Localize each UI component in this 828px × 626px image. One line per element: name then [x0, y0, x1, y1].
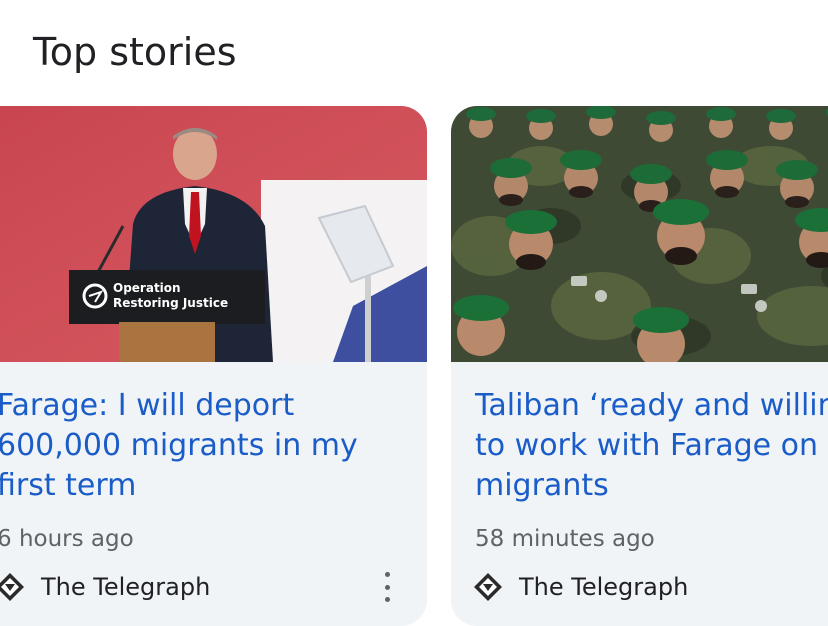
- top-stories-page: Top stories Operation Restoring Justice …: [0, 0, 828, 626]
- section-title: Top stories: [33, 30, 237, 74]
- story-source-2: The Telegraph: [473, 570, 688, 604]
- story-card-2[interactable]: Taliban ‘ready and willing to work with …: [451, 106, 828, 626]
- story-source-1: The Telegraph: [0, 570, 210, 604]
- source-name: The Telegraph: [519, 573, 689, 601]
- story-time-1: 6 hours ago: [0, 526, 134, 552]
- telegraph-logo-icon: [0, 572, 25, 602]
- story-card-1[interactable]: Operation Restoring Justice Farage: I wi…: [0, 106, 427, 626]
- photo-speaker-podium: Operation Restoring Justice: [0, 106, 427, 362]
- more-vert-icon[interactable]: [377, 572, 397, 602]
- story-image-1[interactable]: Operation Restoring Justice: [0, 106, 427, 362]
- podium-sign-line2: Restoring Justice: [113, 296, 228, 310]
- story-time-2: 58 minutes ago: [475, 526, 655, 552]
- telegraph-logo-icon: [473, 572, 503, 602]
- story-image-2[interactable]: [451, 106, 828, 362]
- story-headline-2[interactable]: Taliban ‘ready and willing to work with …: [475, 386, 828, 506]
- podium-sign-line1: Operation: [113, 281, 181, 295]
- story-headline-1[interactable]: Farage: I will deport 600,000 migrants i…: [0, 386, 407, 506]
- photo-soldiers-crowd: [451, 106, 828, 362]
- source-name: The Telegraph: [41, 573, 211, 601]
